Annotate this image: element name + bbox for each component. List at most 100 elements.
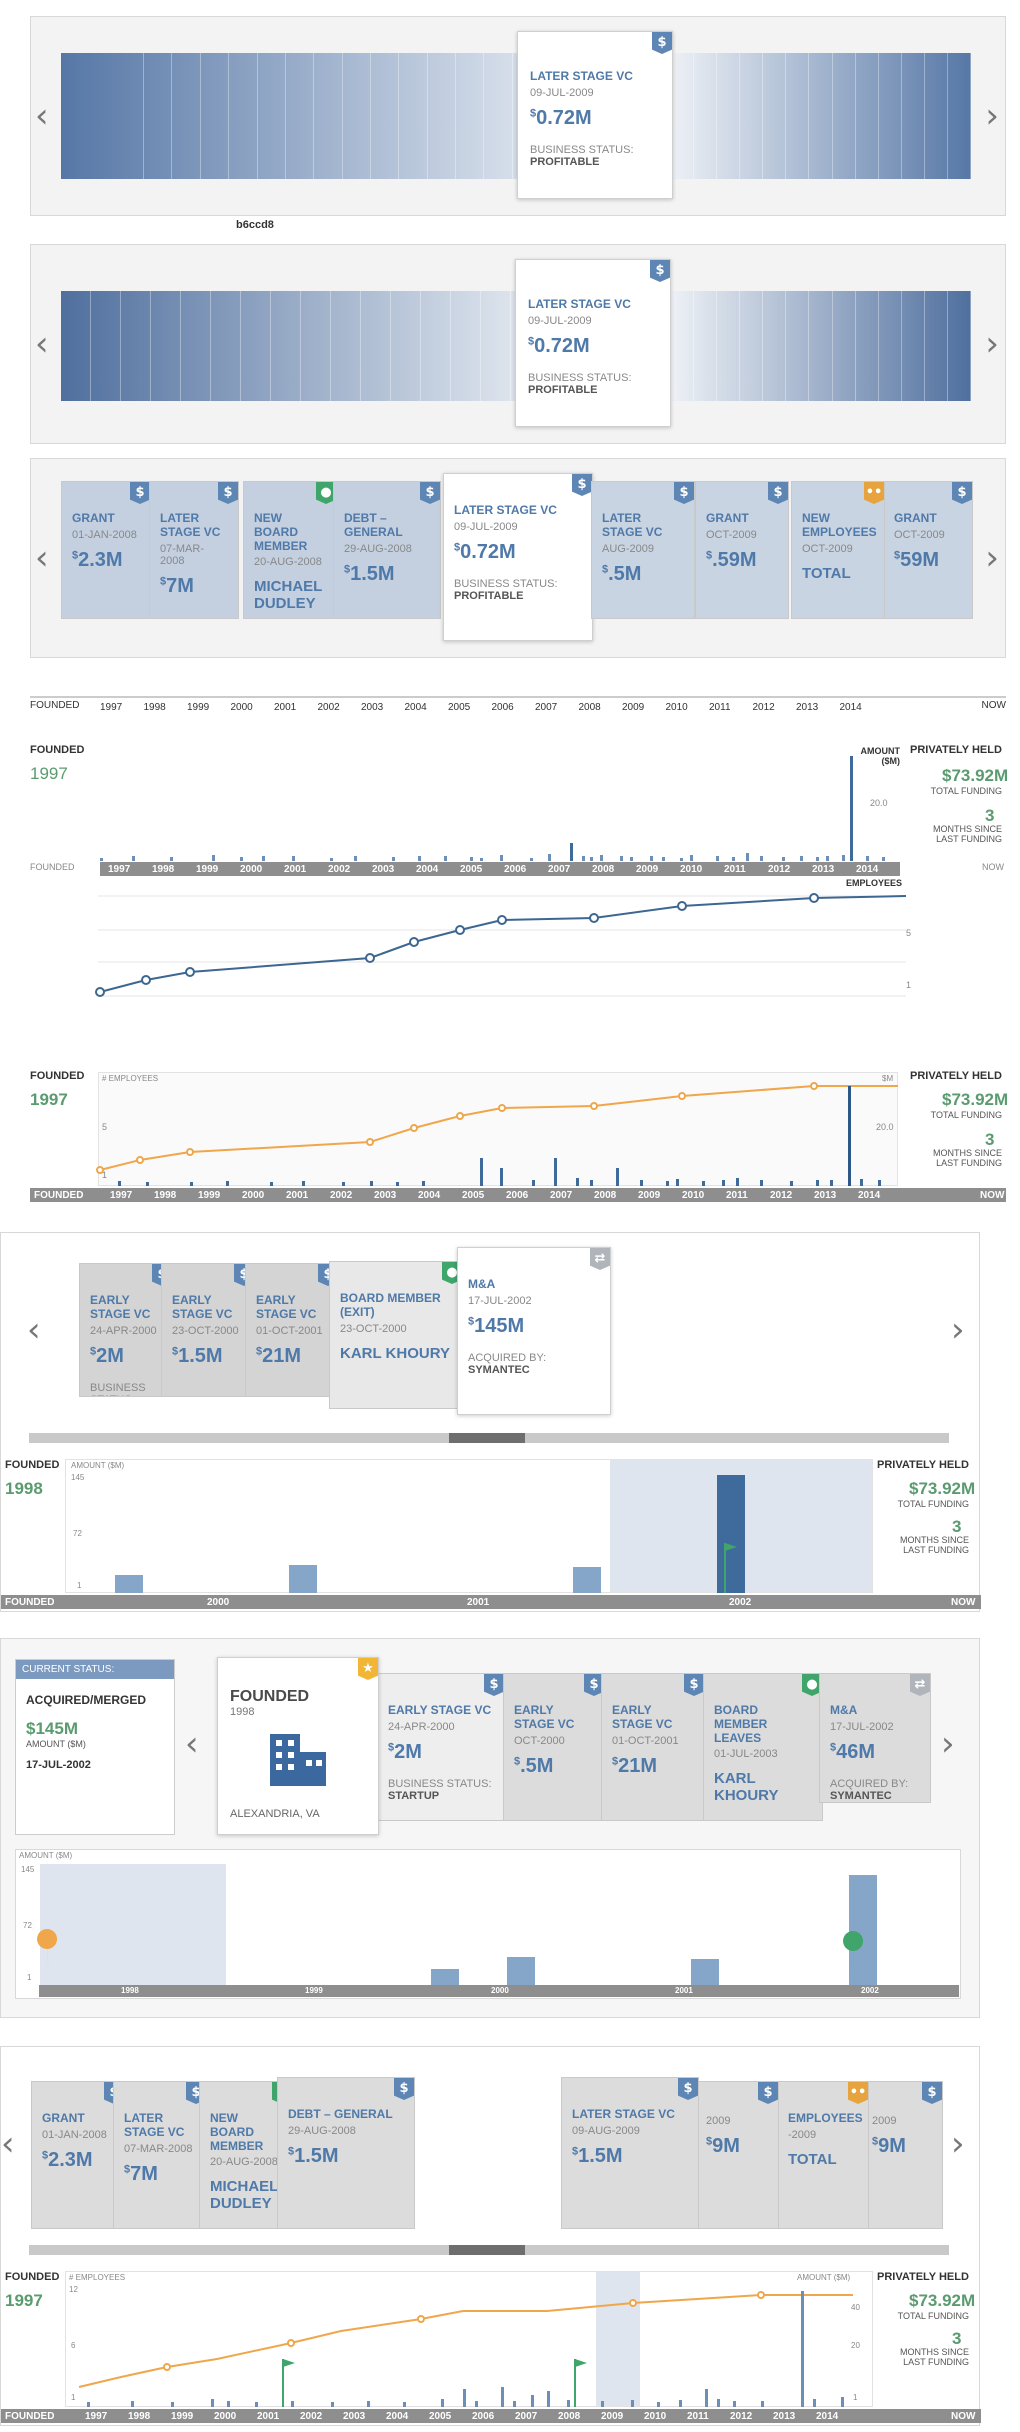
amount-bar[interactable]	[722, 1180, 725, 1186]
amount-bar[interactable]	[475, 2401, 478, 2407]
amount-bar[interactable]	[530, 858, 533, 861]
prev-arrow[interactable]: ‹	[35, 327, 49, 361]
amount-bar[interactable]	[746, 853, 749, 861]
event-card[interactable]: $ EARLY STAGE VC 01-OCT-2001 $21M	[245, 1263, 339, 1397]
amount-bar[interactable]	[680, 858, 683, 861]
event-card[interactable]: ⇄ M&A 17-JUL-2002 $145M ACQUIRED BY: SYMANTEC	[457, 1247, 611, 1415]
employees-point[interactable]	[95, 987, 105, 997]
amount-bar[interactable]	[850, 756, 853, 861]
amount-bar[interactable]	[302, 1181, 305, 1186]
amount-bar[interactable]	[582, 856, 585, 861]
amount-bar[interactable]	[118, 1181, 121, 1186]
employees-point[interactable]	[498, 1104, 506, 1112]
amount-bar[interactable]	[354, 856, 357, 861]
amount-bar[interactable]	[631, 2400, 634, 2407]
amount-bar[interactable]	[732, 857, 735, 861]
event-card[interactable]: $ LATER STAGE VC 07-MAR-2008 $7M	[113, 2081, 207, 2229]
event-card[interactable]: $2009 $9M	[695, 2081, 779, 2229]
employees-point[interactable]	[141, 975, 151, 985]
event-card[interactable]: ●NEW BOARD MEMBER20-AUG-2008MICHAEL DUDL…	[243, 481, 337, 619]
employees-point[interactable]	[456, 1112, 464, 1120]
amount-bar[interactable]	[422, 1181, 425, 1186]
employees-point[interactable]	[136, 1156, 144, 1164]
amount-bar[interactable]	[262, 856, 265, 861]
employees-point[interactable]	[809, 893, 819, 903]
amount-bar[interactable]	[227, 2401, 230, 2407]
next-arrow[interactable]: ›	[985, 327, 999, 361]
amount-bar[interactable]	[240, 857, 243, 861]
event-card[interactable]: ● BOARD MEMBER LEAVES 01-JUL-2003 KARL KHOU…	[703, 1673, 823, 1821]
amount-bar[interactable]	[342, 1182, 345, 1186]
amount-bar[interactable]	[620, 856, 623, 861]
amount-bar[interactable]	[392, 857, 395, 861]
amount-bar[interactable]	[782, 857, 785, 861]
event-card[interactable]: $GRANT01-JAN-2008$2.3M	[61, 481, 151, 619]
amount-bar[interactable]	[211, 2399, 214, 2407]
amount-bar[interactable]	[590, 857, 593, 861]
amount-bar[interactable]	[813, 2399, 816, 2407]
amount-bar[interactable]	[444, 856, 447, 861]
employees-point[interactable]	[410, 1124, 418, 1132]
amount-bar[interactable]	[717, 2399, 720, 2407]
amount-bar[interactable]	[418, 856, 421, 861]
event-card[interactable]: $ DEBT – GENERAL 29-AUG-2008 $1.5M	[277, 2077, 415, 2229]
amount-bar[interactable]	[640, 1180, 643, 1186]
amount-bar[interactable]	[403, 2402, 406, 2407]
amount-bar[interactable]	[171, 2402, 174, 2407]
employees-point[interactable]	[455, 925, 465, 935]
amount-bar[interactable]	[860, 1179, 863, 1186]
amount-bar[interactable]	[87, 2402, 90, 2407]
employees-point[interactable]	[163, 2363, 171, 2371]
amount-bar[interactable]	[367, 2401, 370, 2407]
amount-bar[interactable]	[100, 858, 103, 861]
employees-point[interactable]	[185, 967, 195, 977]
amount-bar[interactable]	[849, 1875, 877, 1985]
amount-bar[interactable]	[630, 857, 633, 861]
amount-bar[interactable]	[370, 1181, 373, 1186]
amount-bar[interactable]	[790, 1181, 793, 1186]
amount-bar[interactable]	[576, 1178, 579, 1186]
employees-point[interactable]	[590, 1102, 598, 1110]
amount-bar[interactable]	[501, 2387, 504, 2407]
amount-bar[interactable]	[470, 857, 473, 861]
event-card[interactable]: $ LATER STAGE VC 09-JUL-2009 $0.72M BUSINESS…	[443, 473, 593, 641]
amount-bar[interactable]	[736, 1178, 739, 1186]
amount-bar[interactable]	[115, 1575, 143, 1593]
amount-bar[interactable]	[716, 856, 719, 861]
amount-bar[interactable]	[548, 854, 551, 861]
event-card[interactable]: $ LATER STAGE VC 09-AUG-2009 $1.5M	[561, 2077, 699, 2229]
amount-bar[interactable]	[480, 858, 483, 861]
employees-point[interactable]	[417, 2315, 425, 2323]
amount-bar[interactable]	[816, 857, 819, 861]
event-card[interactable]: $EARLY STAGE VC24-APR-2000$2MBUSINESS ST…	[79, 1263, 173, 1397]
amount-bar[interactable]	[441, 2399, 444, 2407]
event-card[interactable]: $ GRANT OCT-2009 $.59M	[695, 481, 789, 619]
amount-bar[interactable]	[573, 1567, 601, 1593]
amount-bar[interactable]	[830, 1180, 833, 1186]
event-card[interactable]: $ GRANT OCT-2009 $59M	[883, 481, 973, 619]
amount-bar[interactable]	[554, 1158, 557, 1186]
amount-bar[interactable]	[330, 858, 333, 861]
amount-bar[interactable]	[826, 856, 829, 861]
next-arrow[interactable]: ›	[985, 541, 999, 575]
amount-bar[interactable]	[866, 856, 869, 861]
amount-bar[interactable]	[657, 2402, 660, 2407]
amount-bar[interactable]	[331, 2402, 334, 2407]
employees-point[interactable]	[589, 913, 599, 923]
event-card[interactable]: $2009 $9M	[861, 2081, 943, 2229]
employees-point[interactable]	[186, 1148, 194, 1156]
amount-bar[interactable]	[547, 2391, 550, 2407]
amount-bar[interactable]	[761, 2401, 764, 2407]
employees-point[interactable]	[287, 2339, 295, 2347]
next-arrow[interactable]: ›	[985, 99, 999, 133]
amount-bar[interactable]	[255, 2402, 258, 2407]
employees-point[interactable]	[96, 1166, 104, 1174]
amount-bar[interactable]	[570, 843, 573, 861]
amount-bar[interactable]	[601, 2401, 604, 2407]
employees-point[interactable]	[497, 915, 507, 925]
amount-bar[interactable]	[760, 1180, 763, 1186]
amount-bar[interactable]	[666, 1181, 669, 1186]
event-card[interactable]: $GRANT01-JAN-2008$2.3M	[31, 2081, 125, 2229]
employees-point[interactable]	[810, 1082, 818, 1090]
employees-point[interactable]	[677, 901, 687, 911]
